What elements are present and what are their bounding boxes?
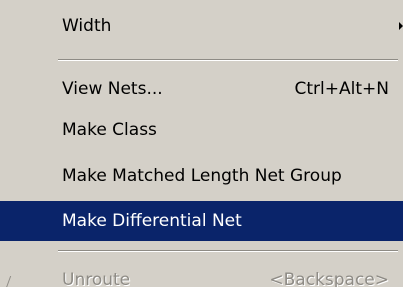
menu-item-make-differential-net[interactable]: Make Differential Net bbox=[0, 201, 403, 241]
context-menu: Width View Nets... Ctrl+Alt+N Make Class… bbox=[0, 0, 403, 287]
menu-item-make-matched-length-label: Make Matched Length Net Group bbox=[62, 166, 342, 186]
menu-item-view-nets[interactable]: View Nets... Ctrl+Alt+N bbox=[0, 71, 403, 107]
menu-item-view-nets-shortcut: Ctrl+Alt+N bbox=[294, 79, 389, 99]
menu-item-make-matched-length-net-group[interactable]: Make Matched Length Net Group bbox=[0, 158, 403, 194]
menu-separator bbox=[58, 250, 398, 252]
menu-item-make-class[interactable]: Make Class bbox=[0, 112, 403, 148]
submenu-arrow-icon bbox=[399, 22, 403, 30]
menu-item-unroute-label: Unroute bbox=[62, 270, 131, 287]
menu-item-width[interactable]: Width bbox=[0, 8, 403, 44]
menu-item-make-differential-net-label: Make Differential Net bbox=[62, 211, 242, 231]
menu-item-unroute: Unroute <Backspace> bbox=[0, 262, 403, 287]
menu-separator bbox=[58, 59, 398, 61]
menu-item-width-label: Width bbox=[62, 16, 112, 36]
menu-item-make-class-label: Make Class bbox=[62, 120, 157, 140]
unroute-icon bbox=[5, 276, 14, 287]
menu-item-view-nets-label: View Nets... bbox=[62, 79, 163, 99]
menu-item-unroute-shortcut: <Backspace> bbox=[269, 270, 389, 287]
